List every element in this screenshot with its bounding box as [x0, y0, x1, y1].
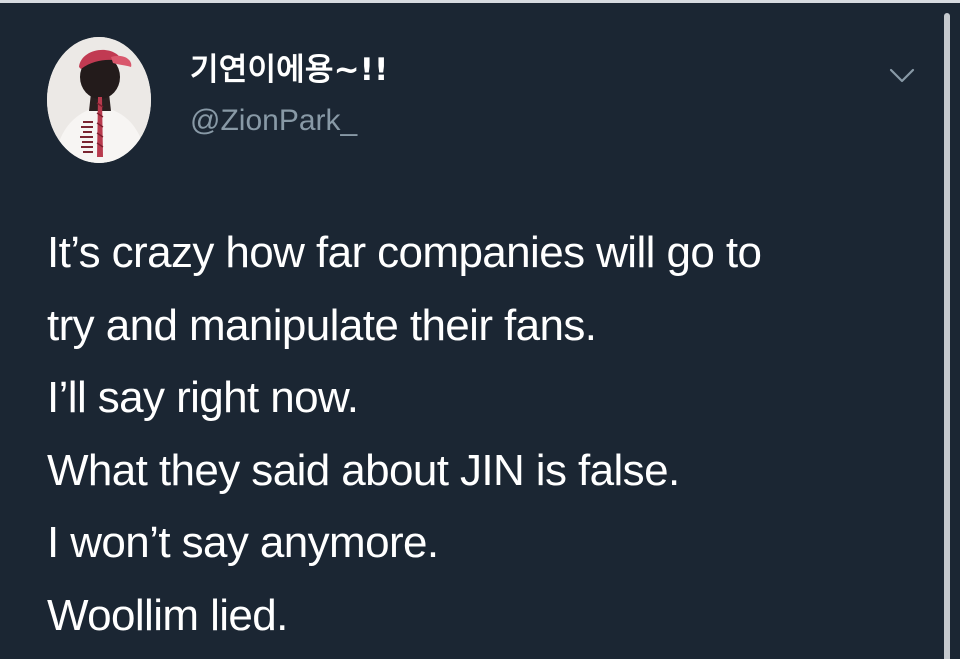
author-display-name[interactable]: 기연이에용~!!: [190, 53, 388, 87]
tweet-line: I’ll say right now.: [47, 373, 359, 422]
tweet-line: What they said about JIN is false.: [47, 445, 680, 495]
tweet-screenshot: 기연이에용~!! @ZionPark_ It’s crazy how far c…: [0, 0, 960, 659]
tweet-line: Woollim lied.: [47, 590, 288, 640]
chevron-down-icon[interactable]: [888, 67, 916, 85]
tweet-line: It’s crazy how far companies will go to: [47, 228, 762, 277]
tweet-line: try and manipulate their fans.: [47, 300, 597, 350]
tweet-line: I won’t say anymore.: [47, 518, 439, 567]
author-handle[interactable]: @ZionPark_: [190, 104, 357, 137]
vertical-scrollbar[interactable]: [944, 13, 950, 659]
avatar[interactable]: [47, 37, 151, 163]
tweet-text: It’s crazy how far companies will go to …: [47, 217, 927, 652]
profile-photo-icon: [47, 37, 151, 163]
